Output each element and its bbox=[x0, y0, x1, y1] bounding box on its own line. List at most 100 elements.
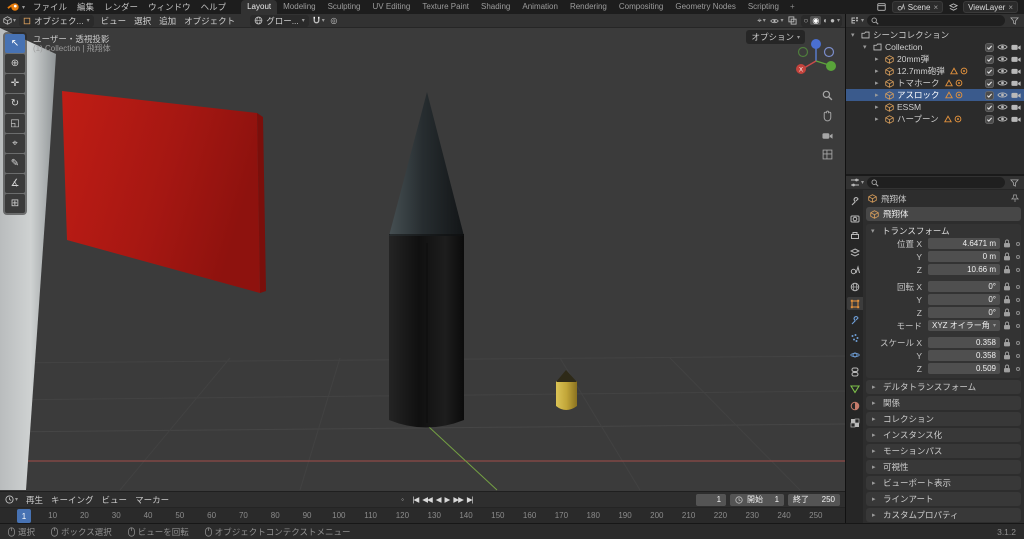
checkbox-icon[interactable] bbox=[985, 78, 994, 88]
animate-dot-icon[interactable] bbox=[1013, 340, 1022, 345]
lock-icon[interactable] bbox=[1000, 308, 1013, 317]
outliner-row-collection[interactable]: ▾ Collection bbox=[846, 41, 1024, 53]
lock-icon[interactable] bbox=[1000, 282, 1013, 291]
eye-icon[interactable] bbox=[997, 43, 1008, 51]
panel-section-6[interactable]: ▸ ビューポート表示 bbox=[866, 476, 1021, 490]
mode-dropdown[interactable]: オブジェク... ▾ bbox=[19, 14, 94, 27]
panel-section-8[interactable]: ▸ カスタムプロパティ bbox=[866, 508, 1021, 522]
workspace-tab-scripting[interactable]: Scripting bbox=[742, 0, 785, 14]
viewlayer-selector[interactable]: ViewLayer × bbox=[963, 1, 1018, 13]
texture-tab[interactable] bbox=[847, 416, 863, 429]
animate-dot-icon[interactable] bbox=[1013, 323, 1022, 328]
animate-dot-icon[interactable] bbox=[1013, 254, 1022, 259]
number-field[interactable]: 0° bbox=[928, 281, 1000, 292]
lock-icon[interactable] bbox=[1000, 321, 1013, 330]
number-field[interactable]: 0.358 bbox=[928, 350, 1000, 361]
viewport-menu-1[interactable]: 選択 bbox=[130, 14, 155, 28]
proportional-edit-icon[interactable]: ◎ bbox=[328, 15, 340, 27]
world-tab[interactable] bbox=[847, 280, 863, 293]
viewlayer-tab[interactable] bbox=[847, 246, 863, 259]
animate-dot-icon[interactable] bbox=[1013, 241, 1022, 246]
lock-icon[interactable] bbox=[1000, 295, 1013, 304]
prev-keyframe-button[interactable]: ◀◀ bbox=[422, 495, 433, 504]
blender-logo-icon[interactable]: ▾ bbox=[7, 2, 25, 12]
checkbox-icon[interactable] bbox=[985, 42, 994, 52]
editor-type-icon[interactable]: ▾ bbox=[3, 15, 16, 27]
checkbox-icon[interactable] bbox=[985, 66, 994, 76]
tool-tab[interactable] bbox=[847, 195, 863, 208]
properties-editor-icon[interactable]: ▾ bbox=[850, 177, 864, 189]
timeline-menu-1[interactable]: キーイング bbox=[47, 493, 98, 507]
ortho-grid-icon[interactable] bbox=[822, 149, 833, 160]
workspace-tab-modeling[interactable]: Modeling bbox=[277, 0, 321, 14]
eye-icon[interactable] bbox=[997, 115, 1008, 123]
close-icon[interactable]: × bbox=[933, 3, 938, 12]
navigation-gizmo[interactable]: X bbox=[793, 36, 839, 82]
filter-icon[interactable] bbox=[1008, 177, 1020, 189]
eye-icon[interactable] bbox=[997, 79, 1008, 87]
animate-dot-icon[interactable] bbox=[1013, 353, 1022, 358]
add-cube-tool[interactable]: ⊞ bbox=[5, 194, 25, 213]
outliner-editor-icon[interactable]: ▾ bbox=[850, 15, 864, 27]
transform-orientation-dropdown[interactable]: グロー... ▾ bbox=[250, 14, 309, 27]
lock-icon[interactable] bbox=[1000, 364, 1013, 373]
snap-magnet-icon[interactable]: ▾ bbox=[312, 15, 325, 27]
camera-icon[interactable] bbox=[1011, 103, 1021, 111]
animate-dot-icon[interactable] bbox=[1013, 284, 1022, 289]
annotate-tool[interactable]: ✎ bbox=[5, 154, 25, 173]
panel-section-0[interactable]: ▸ デルタトランスフォーム bbox=[866, 380, 1021, 394]
viewport-menu-3[interactable]: オブジェクト bbox=[180, 14, 239, 28]
panel-section-2[interactable]: ▸ コレクション bbox=[866, 412, 1021, 426]
auto-keying-icon[interactable]: ◦ bbox=[397, 494, 409, 506]
disclosure-icon[interactable]: ▸ bbox=[875, 55, 882, 63]
zoom-icon[interactable] bbox=[822, 90, 833, 101]
object-name-field[interactable]: 飛翔体 bbox=[866, 207, 1021, 221]
overlays-toggle-icon[interactable]: ▾ bbox=[770, 15, 783, 27]
current-frame-field[interactable]: 1 bbox=[696, 493, 727, 506]
checkbox-icon[interactable] bbox=[985, 90, 994, 100]
close-icon[interactable]: × bbox=[1008, 3, 1013, 12]
particles-tab[interactable] bbox=[847, 331, 863, 344]
lock-icon[interactable] bbox=[1000, 265, 1013, 274]
camera-icon[interactable] bbox=[1011, 91, 1021, 99]
pin-icon[interactable] bbox=[1011, 194, 1019, 203]
missile-object[interactable] bbox=[389, 92, 464, 428]
number-field[interactable]: 4.6471 m bbox=[928, 238, 1000, 249]
rotation-mode-dropdown[interactable]: XYZ オイラー角 ▾ bbox=[928, 320, 1000, 331]
viewport-menu-0[interactable]: ビュー bbox=[97, 14, 131, 28]
xray-toggle-icon[interactable] bbox=[786, 15, 798, 27]
jump-start-button[interactable]: |◀ bbox=[413, 495, 420, 504]
eye-icon[interactable] bbox=[997, 55, 1008, 63]
eye-icon[interactable] bbox=[997, 103, 1008, 111]
outliner-row-object[interactable]: ▸ 20mm弾 bbox=[846, 53, 1024, 65]
viewlayer-stack-icon[interactable] bbox=[947, 1, 959, 13]
scene-canvas[interactable] bbox=[0, 28, 845, 491]
animate-dot-icon[interactable] bbox=[1013, 297, 1022, 302]
render-tab[interactable] bbox=[847, 212, 863, 225]
shading-solid-icon[interactable]: ◉ bbox=[810, 16, 822, 25]
lock-icon[interactable] bbox=[1000, 252, 1013, 261]
outliner-search-input[interactable] bbox=[867, 15, 1005, 26]
camera-icon[interactable] bbox=[1011, 79, 1021, 87]
viewport-menu-2[interactable]: 追加 bbox=[155, 14, 180, 28]
data-tab[interactable] bbox=[847, 382, 863, 395]
output-tab[interactable] bbox=[847, 229, 863, 242]
outliner-row-object[interactable]: ▸ ハープーン bbox=[846, 113, 1024, 125]
frame-end-field[interactable]: 終了 250 bbox=[788, 493, 841, 506]
shading-material-icon[interactable]: ◐ bbox=[823, 16, 828, 25]
properties-search-input[interactable] bbox=[867, 177, 1005, 188]
scene-tab[interactable] bbox=[847, 263, 863, 276]
viewport-3d[interactable]: ユーザー・透視投影 (1) Collection | 飛翔体 オプション ▾ ↖… bbox=[0, 28, 845, 491]
camera-icon[interactable] bbox=[1011, 55, 1021, 63]
disclosure-icon[interactable]: ▸ bbox=[875, 115, 882, 123]
camera-icon[interactable] bbox=[1011, 67, 1021, 75]
filter-icon[interactable] bbox=[1008, 15, 1020, 27]
eye-icon[interactable] bbox=[997, 67, 1008, 75]
disclosure-icon[interactable]: ▾ bbox=[851, 31, 858, 39]
panel-section-1[interactable]: ▸ 関係 bbox=[866, 396, 1021, 410]
play-button[interactable]: ▶ bbox=[445, 495, 451, 504]
camera-icon[interactable] bbox=[1011, 43, 1021, 51]
workspace-tab-rendering[interactable]: Rendering bbox=[564, 0, 613, 14]
number-field[interactable]: 0° bbox=[928, 294, 1000, 305]
disclosure-icon[interactable]: ▸ bbox=[875, 91, 882, 99]
